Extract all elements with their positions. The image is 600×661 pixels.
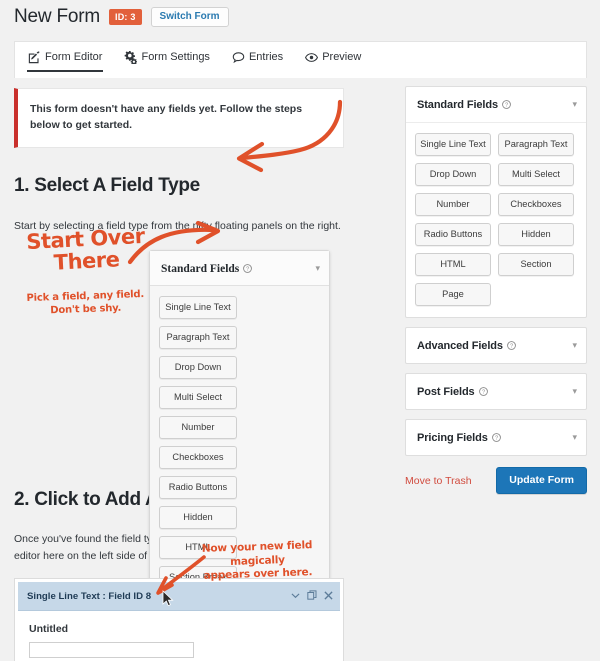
annotation-pick-a-field: Pick a field, any field. Don't be shy. [18,289,154,319]
close-icon[interactable] [324,587,333,605]
field-button[interactable]: Hidden [498,223,574,246]
annotation-arrow-3 [156,555,206,595]
panel-title-group: Advanced Fields? [417,336,516,355]
chevron-down-icon[interactable] [291,587,300,605]
field-button[interactable]: Checkboxes [159,446,237,469]
field-button[interactable]: Number [159,416,237,439]
field-button[interactable]: Radio Buttons [159,476,237,499]
eye-icon [305,51,319,64]
field-editor-title: Single Line Text : Field ID 8 [27,590,152,602]
field-label: Untitled [29,623,69,635]
tab-form-settings[interactable]: Form Settings [119,45,214,72]
gears-icon [124,50,138,64]
sidebar-footer-actions: Move to Trash Update Form [405,467,587,494]
editor-tab-bar: Form Editor Form Settings Entries Previe… [14,41,587,74]
field-button[interactable]: Single Line Text [159,296,237,319]
field-button[interactable]: Drop Down [415,163,491,186]
sidebar-panel-post-fields: Post Fields? ▾ [405,373,587,410]
help-circle-icon[interactable]: ? [507,337,516,355]
svg-text:?: ? [505,103,508,109]
field-button[interactable]: Single Line Text [415,133,491,156]
tab-bar-filler [14,74,587,78]
help-circle-icon[interactable]: ? [502,96,511,114]
panel-header[interactable]: Advanced Fields? ▾ [406,328,586,363]
field-button[interactable]: Page [415,283,491,306]
sidebar-field-button-grid: Single Line Text Paragraph Text Drop Dow… [406,123,586,317]
sidebar-panel-standard-fields: Standard Fields? ▾ Single Line Text Para… [405,86,587,318]
field-button[interactable]: Hidden [159,506,237,529]
tab-form-editor[interactable]: Form Editor [23,45,107,72]
field-editor-header-icons [291,587,333,605]
editor-sidebar: Standard Fields? ▾ Single Line Text Para… [405,86,587,494]
field-button[interactable]: Multi Select [159,386,237,409]
tab-label: Form Editor [45,51,103,63]
field-button[interactable]: Multi Select [498,163,574,186]
tab-label: Form Settings [141,51,210,63]
page-header: New Form ID: 3 Switch Form [14,6,229,28]
gravity-forms-editor-page: New Form ID: 3 Switch Form Form Editor F… [0,0,600,661]
help-circle-icon[interactable]: ? [243,260,253,278]
mouse-cursor-icon [162,590,174,607]
panel-title: Standard Fields [417,99,499,111]
page-title: New Form [14,6,101,27]
switch-form-button[interactable]: Switch Form [150,7,229,27]
tab-entries[interactable]: Entries [227,45,288,72]
svg-text:?: ? [510,344,513,350]
field-preview-input[interactable] [29,642,194,658]
panel-title: Post Fields [417,386,475,398]
svg-text:?: ? [482,390,485,396]
comment-icon [232,51,245,64]
annotation-arrow-1 [236,99,343,173]
update-form-button[interactable]: Update Form [496,467,587,494]
panel-header[interactable]: Post Fields? ▾ [406,374,586,409]
chevron-down-icon[interactable]: ▾ [572,341,577,350]
panel-header[interactable]: Pricing Fields? ▾ [406,420,586,455]
help-circle-icon[interactable]: ? [478,383,488,401]
move-to-trash-link[interactable]: Move to Trash [405,475,472,487]
field-button[interactable]: Checkboxes [498,193,574,216]
form-id-badge: ID: 3 [109,9,142,25]
svg-text:?: ? [495,436,498,442]
tab-preview[interactable]: Preview [300,45,366,72]
panel-title-group: Post Fields? [417,382,488,401]
help-circle-icon[interactable]: ? [491,429,501,447]
step-1-heading: 1. Select A Field Type [14,174,200,196]
chevron-down-icon[interactable]: ▾ [572,100,577,109]
panel-title-group: Standard Fields? [417,95,511,114]
tab-label: Preview [322,51,362,63]
panel-header[interactable]: Standard Fields? ▾ [406,87,586,123]
tab-label: Entries [248,51,284,63]
field-button[interactable]: HTML [415,253,491,276]
sidebar-panel-advanced-fields: Advanced Fields? ▾ [405,327,587,364]
field-editor-body: Untitled [18,611,340,661]
field-button[interactable]: Paragraph Text [159,326,237,349]
svg-text:?: ? [246,267,249,273]
panel-title-group: Pricing Fields? [417,428,501,447]
field-button[interactable]: Paragraph Text [498,133,574,156]
chevron-down-icon[interactable]: ▾ [315,264,320,273]
field-button[interactable]: Radio Buttons [415,223,491,246]
chevron-down-icon[interactable]: ▾ [572,387,577,396]
panel-title: Advanced Fields [417,340,503,352]
panel-title: Pricing Fields [417,432,488,444]
field-button[interactable]: Drop Down [159,356,237,379]
duplicate-icon[interactable] [307,587,317,605]
pencil-square-icon [28,50,41,64]
field-button[interactable]: Section [498,253,574,276]
sidebar-panel-pricing-fields: Pricing Fields? ▾ [405,419,587,456]
field-button[interactable]: Number [415,193,491,216]
chevron-down-icon[interactable]: ▾ [572,433,577,442]
annotation-arrow-2 [127,220,221,265]
